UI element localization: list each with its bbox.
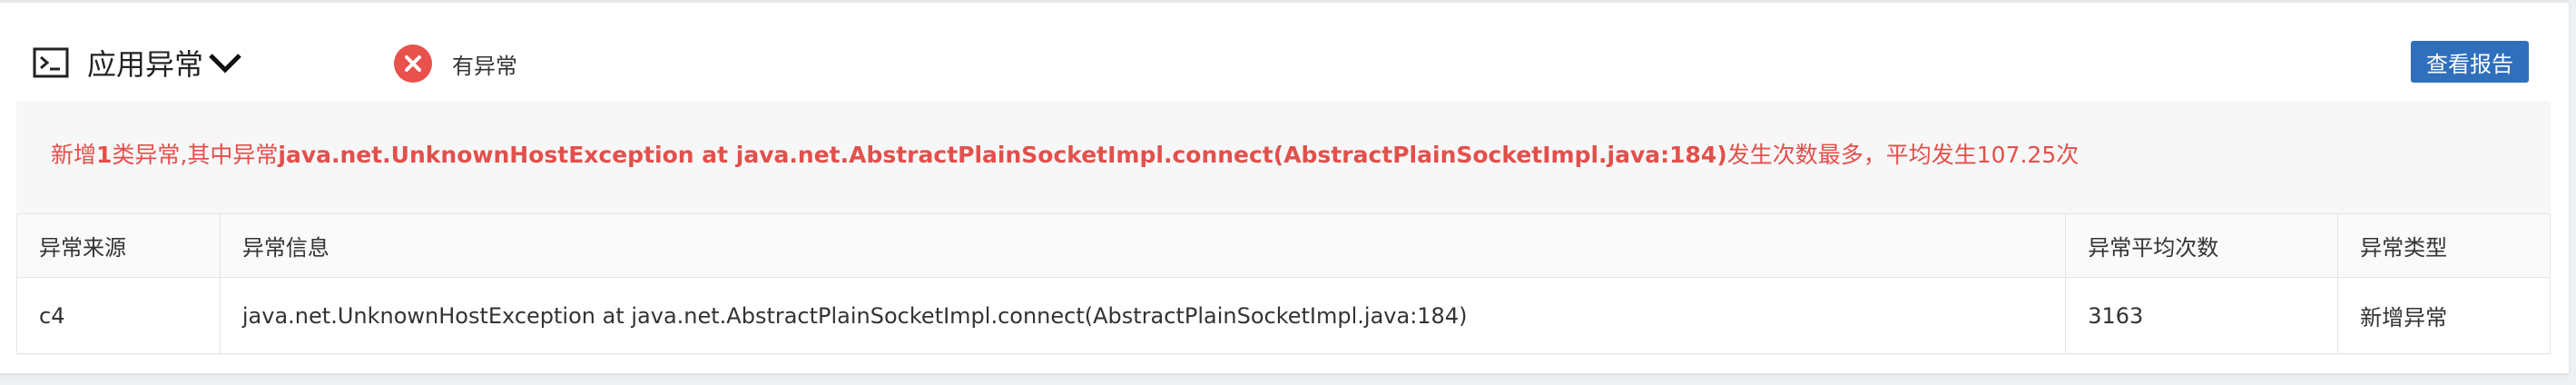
section-title[interactable]: 应用异常 (33, 37, 243, 88)
exception-content: 新增1类异常,其中异常java.net.UnknownHostException… (16, 101, 2551, 355)
cell-type: 新增异常 (2337, 277, 2551, 354)
cell-source: c4 (16, 277, 221, 354)
column-header-info: 异常信息 (219, 213, 2067, 278)
cell-avg-count: 3163 (2065, 277, 2339, 354)
summary-count: 1 (96, 142, 113, 168)
column-header-avg-count: 异常平均次数 (2065, 213, 2339, 278)
status-indicator: 有异常 (394, 44, 517, 83)
summary-prefix: 新增 (51, 142, 97, 168)
cell-info: java.net.UnknownHostException at java.ne… (219, 277, 2067, 354)
summary-middle: 类异常,其中异常 (112, 142, 279, 168)
column-header-source: 异常来源 (16, 213, 221, 278)
terminal-icon (33, 47, 69, 78)
view-report-button[interactable]: 查看报告 (2411, 41, 2529, 83)
panel-header: 应用异常 有异常 查看报告 (0, 3, 2569, 97)
table-header-row: 异常来源 异常信息 异常平均次数 异常类型 (16, 213, 2551, 278)
table-row: c4 java.net.UnknownHostException at java… (16, 277, 2551, 354)
summary-exception: java.net.UnknownHostException at java.ne… (278, 142, 1727, 168)
exception-table: 异常来源 异常信息 异常平均次数 异常类型 c4 java.net.Unknow… (16, 213, 2551, 354)
exception-summary: 新增1类异常,其中异常java.net.UnknownHostException… (51, 137, 2079, 170)
app-exception-panel: 应用异常 有异常 查看报告 新增1类异常,其中异常java.net.Unknow… (0, 0, 2569, 373)
summary-suffix: 发生次数最多，平均发生107.25次 (1726, 142, 2079, 168)
section-title-text: 应用异常 (87, 47, 204, 82)
status-text: 有异常 (452, 53, 517, 79)
chevron-down-icon[interactable] (207, 51, 243, 74)
column-header-type: 异常类型 (2337, 213, 2551, 278)
error-circle-icon (394, 44, 432, 83)
